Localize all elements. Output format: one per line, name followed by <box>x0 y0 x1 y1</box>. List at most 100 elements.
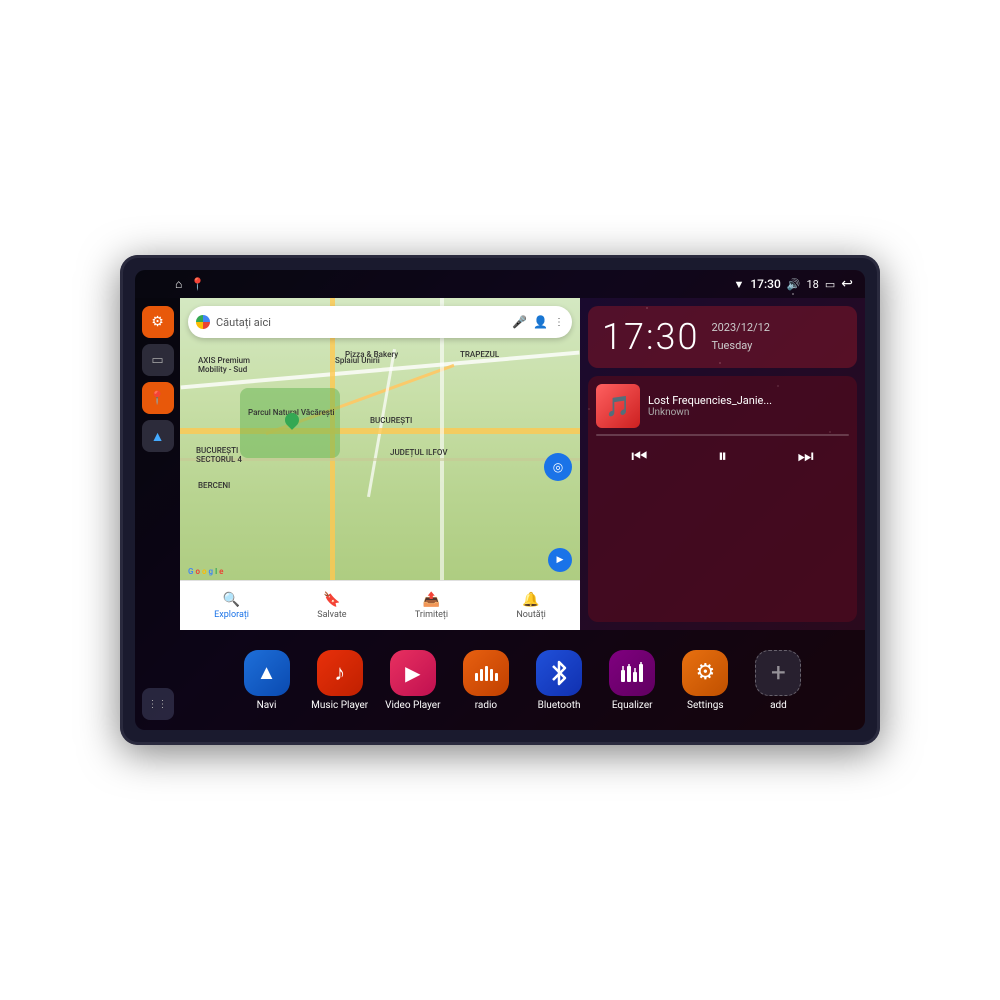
google-g-icon <box>196 315 210 329</box>
map-explore-btn[interactable]: 🔍 Explorați <box>214 592 249 620</box>
share-label: Trimiteți <box>415 610 448 620</box>
news-label: Noutăți <box>516 610 546 620</box>
music-artist: Unknown <box>648 407 849 418</box>
add-icon-wrap: + <box>755 650 801 696</box>
battery-level: 18 <box>806 278 818 291</box>
back-icon[interactable]: ↩ <box>841 276 853 292</box>
bluetooth-symbol-icon <box>549 660 569 686</box>
map-label-buc: BUCUREȘTI <box>370 416 412 425</box>
music-player-icon: ♪ <box>317 650 363 696</box>
files-icon: ▭ <box>151 353 163 368</box>
map-label-axis: AXIS PremiumMobility - Sud <box>198 356 250 374</box>
map-search-bar[interactable]: Căutați aici 🎤 👤 ⋮ <box>188 306 572 338</box>
music-controls: ⏮ ⏸ ⏭ <box>596 442 849 471</box>
clock-date: 2023/12/12 <box>711 319 770 337</box>
nav-arrow-icon: ▲ <box>151 428 165 445</box>
play-icon: ▶ <box>405 661 420 685</box>
next-track-button[interactable]: ⏭ <box>786 442 826 471</box>
app-video-player[interactable]: ▶ Video Player <box>376 650 449 711</box>
explore-icon: 🔍 <box>223 592 240 608</box>
settings-label: Settings <box>687 700 724 711</box>
add-label: add <box>770 700 787 711</box>
app-add[interactable]: + add <box>742 650 815 711</box>
video-player-label: Video Player <box>385 700 440 711</box>
app-equalizer[interactable]: Equalizer <box>596 650 669 711</box>
sidebar-navi[interactable]: ▲ <box>142 420 174 452</box>
map-nav-btn[interactable]: ▶ <box>548 548 572 572</box>
video-player-icon: ▶ <box>390 650 436 696</box>
clock-widget: 17:30 2023/12/12 Tuesday <box>588 306 857 368</box>
app-grid: ▲ Navi ♪ Music Player ▶ Vid <box>180 630 865 730</box>
map-bottom-bar: 🔍 Explorați 🔖 Salvate 📤 Trimiteți <box>180 580 580 630</box>
radio-wave-icon <box>473 663 499 683</box>
map-status-icon[interactable]: 📍 <box>190 277 205 291</box>
pause-button[interactable]: ⏸ <box>706 442 739 471</box>
map-label-trap: TRAPEZUL <box>460 350 499 359</box>
menu-dots-icon[interactable]: ⋮ <box>554 317 564 328</box>
account-icon[interactable]: 👤 <box>533 315 548 329</box>
map-label-ilfov: JUDEȚUL ILFOV <box>390 448 448 457</box>
clock-time: 17:30 <box>602 316 699 358</box>
start-nav-icon: ▶ <box>557 555 564 565</box>
music-note-icon: ♪ <box>334 660 345 686</box>
app-music-player[interactable]: ♪ Music Player <box>303 650 376 711</box>
volume-icon: 🔊 <box>787 278 801 291</box>
screen: ⌂ 📍 ▼ 17:30 🔊 18 ▭ ↩ ⚙ ▭ <box>135 270 865 730</box>
mic-icon[interactable]: 🎤 <box>512 315 527 329</box>
explore-label: Explorați <box>214 610 249 620</box>
wifi-icon: ▼ <box>733 278 744 291</box>
device: ⌂ 📍 ▼ 17:30 🔊 18 ▭ ↩ ⚙ ▭ <box>120 255 880 745</box>
main-area: ⚙ ▭ 📍 ▲ ⋮⋮ <box>135 298 865 730</box>
equalizer-bars-icon <box>619 662 645 684</box>
clock-day: Tuesday <box>711 337 770 355</box>
sidebar: ⚙ ▭ 📍 ▲ ⋮⋮ <box>135 298 180 730</box>
saved-label: Salvate <box>317 610 346 620</box>
status-time: 17:30 <box>750 277 780 291</box>
radio-icon-wrap <box>463 650 509 696</box>
map-label-berceni: BERCENI <box>198 481 230 490</box>
map-search-input[interactable]: Căutați aici <box>216 316 506 329</box>
saved-icon: 🔖 <box>323 592 340 608</box>
equalizer-icon-wrap <box>609 650 655 696</box>
map-container[interactable]: AXIS PremiumMobility - Sud Pizza & Baker… <box>180 298 580 630</box>
gear-icon: ⚙ <box>695 660 715 685</box>
bluetooth-label: Bluetooth <box>538 700 581 711</box>
map-share-btn[interactable]: 📤 Trimiteți <box>415 592 448 620</box>
settings-icon-wrap: ⚙ <box>682 650 728 696</box>
settings-icon: ⚙ <box>151 314 164 330</box>
music-player-label: Music Player <box>311 700 368 711</box>
content-area: AXIS PremiumMobility - Sud Pizza & Baker… <box>180 298 865 730</box>
grid-icon: ⋮⋮ <box>148 699 168 710</box>
news-icon: 🔔 <box>522 592 539 608</box>
app-navi[interactable]: ▲ Navi <box>230 650 303 711</box>
map-saved-btn[interactable]: 🔖 Salvate <box>317 592 346 620</box>
navi-icon: ▲ <box>244 650 290 696</box>
music-progress-bar[interactable] <box>596 434 849 436</box>
sidebar-grid[interactable]: ⋮⋮ <box>142 688 174 720</box>
map-label-splaiul: Splaiul Unirii <box>335 356 380 365</box>
equalizer-label: Equalizer <box>612 700 653 711</box>
app-radio[interactable]: radio <box>449 650 522 711</box>
right-panel: 17:30 2023/12/12 Tuesday 🎵 <box>580 298 865 630</box>
map-location-btn[interactable]: ◎ <box>544 453 572 481</box>
location-icon: ◎ <box>553 460 563 474</box>
prev-track-button[interactable]: ⏮ <box>619 442 659 471</box>
sidebar-files[interactable]: ▭ <box>142 344 174 376</box>
navi-arrow-icon: ▲ <box>257 660 277 685</box>
radio-label: radio <box>475 700 497 711</box>
navi-label: Navi <box>257 700 277 711</box>
app-settings[interactable]: ⚙ Settings <box>669 650 742 711</box>
clock-date-area: 2023/12/12 Tuesday <box>711 319 770 354</box>
music-widget: 🎵 Lost Frequencies_Janie... Unknown ⏮ <box>588 376 857 622</box>
sidebar-settings[interactable]: ⚙ <box>142 306 174 338</box>
bluetooth-icon-wrap <box>536 650 582 696</box>
top-content: AXIS PremiumMobility - Sud Pizza & Baker… <box>180 298 865 630</box>
map-news-btn[interactable]: 🔔 Noutăți <box>516 592 546 620</box>
app-bluetooth[interactable]: Bluetooth <box>523 650 596 711</box>
album-art: 🎵 <box>596 384 640 428</box>
battery-icon: ▭ <box>825 278 835 291</box>
sidebar-map[interactable]: 📍 <box>142 382 174 414</box>
album-art-content: 🎵 <box>606 394 631 418</box>
status-left-icons: ⌂ 📍 <box>175 277 205 291</box>
home-icon[interactable]: ⌂ <box>175 277 182 291</box>
